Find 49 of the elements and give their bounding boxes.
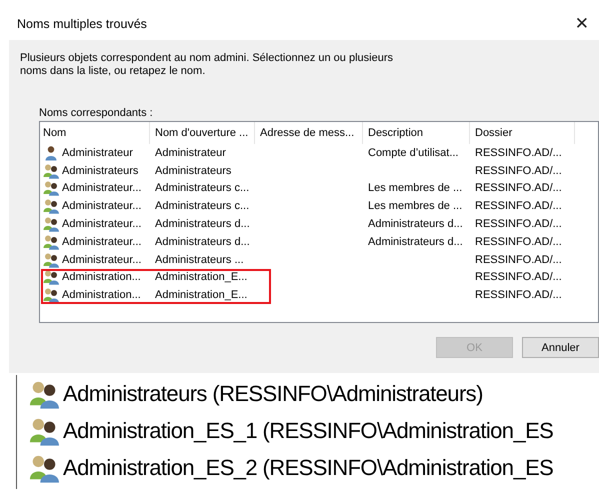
list-item-name[interactable]: Administrateurs — [62, 164, 138, 177]
table-cell: Administrateurs d... — [155, 236, 250, 248]
table-cell: RESSINFO.AD/... — [475, 146, 562, 159]
user-group-icon — [43, 234, 59, 250]
close-button[interactable]: ✕ — [570, 12, 593, 36]
table-cell: Administrateurs c... — [155, 182, 250, 194]
table-cell: Administration_E... — [155, 289, 248, 302]
enlarged-item-name: Administration_ES_2 (RESSINFO\Administration_ES — [63, 454, 554, 480]
list-item-name[interactable]: Administrateur... — [62, 200, 142, 212]
cancel-button[interactable]: Annuler — [522, 337, 599, 358]
window-title: Noms multiples trouvés — [17, 17, 147, 31]
table-cell: Administrateurs ... — [155, 254, 244, 266]
table-cell: Compte d’utilisat... — [368, 146, 458, 159]
table-cell: Administrateurs c... — [155, 200, 250, 212]
table-cell: Les membres de ... — [368, 200, 462, 212]
table-cell: Administrateur — [155, 146, 226, 159]
table-cell: Administrateurs — [155, 164, 232, 177]
list-item-name[interactable]: Administration... — [62, 271, 141, 284]
table-cell: RESSINFO.AD/... — [475, 289, 562, 302]
user-group-icon — [43, 216, 59, 232]
enlarged-item-name: Administration_ES_1 (RESSINFO\Administration_ES — [63, 418, 554, 444]
table-cell: RESSINFO.AD/... — [475, 182, 562, 194]
user-group-icon — [43, 180, 59, 196]
list-item-name[interactable]: Administrateur — [62, 146, 133, 159]
user-icon — [43, 144, 59, 161]
list-item-name[interactable]: Administrateur... — [62, 218, 142, 230]
table-cell: RESSINFO.AD/... — [475, 218, 562, 230]
list-item-name[interactable]: Administrateur... — [62, 254, 142, 266]
table-cell: RESSINFO.AD/... — [475, 164, 562, 177]
instruction-text: Plusieurs objets correspondent au nom admini. Sélectionnez un ou plusieurs noms dans la liste, ou retapez le nom. — [20, 52, 394, 78]
list-item-name[interactable]: Administration... — [62, 289, 141, 302]
table-cell: Administration_E... — [155, 271, 248, 284]
user-group-icon — [43, 269, 59, 286]
table-cell: Administrateurs d... — [368, 236, 463, 248]
enlarged-item-name: Administrateurs (RESSINFO\Administrateurs) — [63, 380, 483, 406]
user-group-icon — [43, 162, 59, 179]
user-group-icon — [43, 287, 59, 304]
table-cell: Les membres de ... — [368, 182, 462, 194]
table-cell: RESSINFO.AD/... — [475, 236, 562, 248]
list-label: Noms correspondants : — [39, 107, 153, 119]
list-item-name[interactable]: Administrateur... — [62, 236, 142, 248]
table-cell: Administrateurs d... — [368, 218, 463, 230]
table-cell: Administrateurs d... — [155, 218, 250, 230]
user-group-icon — [43, 252, 59, 268]
table-cell: RESSINFO.AD/... — [475, 271, 562, 284]
table-cell: RESSINFO.AD/... — [475, 200, 562, 212]
table-cell: RESSINFO.AD/... — [475, 254, 562, 266]
list-item-name[interactable]: Administrateur... — [62, 182, 142, 194]
user-group-icon — [43, 198, 59, 214]
